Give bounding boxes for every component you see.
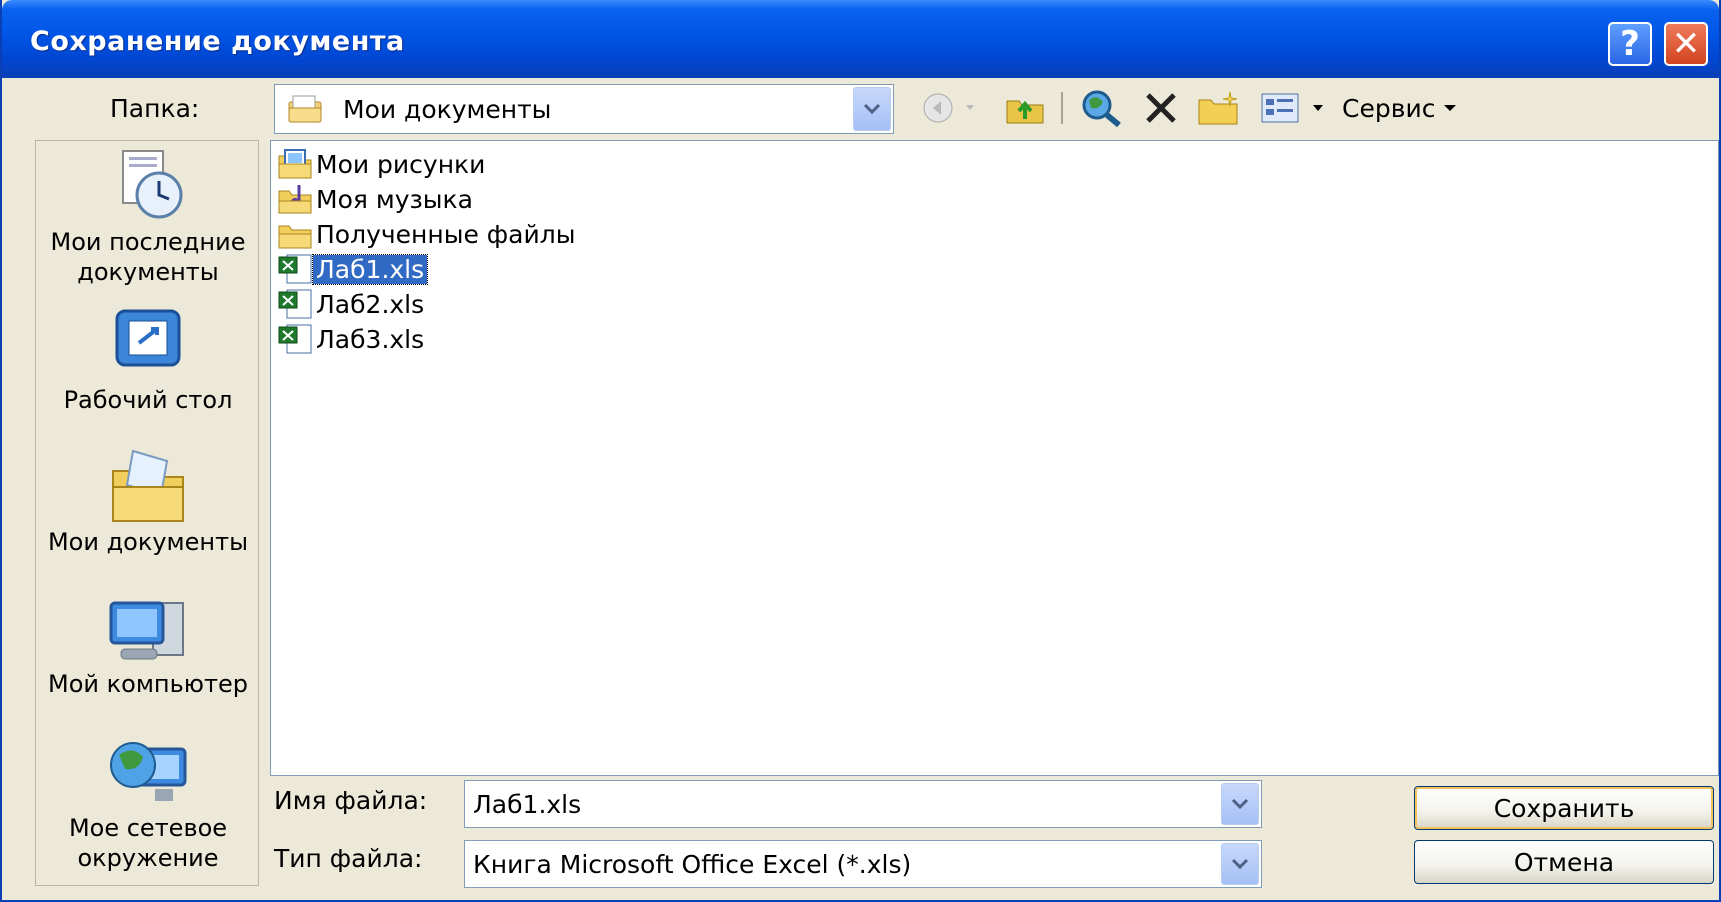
- excel-file-icon: [278, 254, 312, 284]
- file-name: Полученные файлы: [316, 219, 576, 249]
- recent-documents-icon: [122, 150, 183, 219]
- tools-menu-label: Сервис: [1342, 93, 1436, 123]
- place-network-places[interactable]: Мое сетевое окружение: [36, 735, 260, 873]
- close-button[interactable]: ✕: [1664, 22, 1708, 66]
- file-name: Лаб2.xls: [316, 289, 425, 319]
- tools-menu[interactable]: Сервис: [1342, 86, 1472, 130]
- title-bar[interactable]: Сохранение документа ? ✕: [2, 0, 1719, 78]
- place-label: Мой компьютер: [48, 670, 248, 698]
- filetype-value: Книга Microsoft Office Excel (*.xls): [473, 850, 912, 879]
- place-my-computer[interactable]: Мой компьютер: [36, 597, 260, 699]
- chevron-down-icon[interactable]: [1221, 783, 1259, 825]
- my-documents-icon: [112, 449, 184, 522]
- place-recent-documents[interactable]: Мои последние документы: [36, 147, 260, 287]
- music-folder-icon: [278, 185, 312, 214]
- toolbar-separator: [1060, 86, 1064, 130]
- filename-label: Имя файла:: [274, 786, 428, 815]
- folder-label: Папка:: [110, 94, 200, 123]
- folder-value: Мои документы: [343, 95, 552, 124]
- list-item[interactable]: Лаб2.xls: [277, 287, 427, 321]
- new-folder-icon[interactable]: [1194, 86, 1244, 130]
- filename-combo[interactable]: Лаб1.xls: [464, 780, 1262, 828]
- file-list[interactable]: Мои рисунки Моя музыка Полученные файлы …: [270, 140, 1719, 776]
- list-item[interactable]: Мои рисунки: [277, 147, 488, 181]
- save-button[interactable]: Сохранить: [1414, 786, 1714, 830]
- folder-combo[interactable]: Мои документы: [274, 84, 894, 134]
- place-label: Рабочий стол: [63, 386, 233, 414]
- back-icon[interactable]: [918, 86, 958, 130]
- chevron-down-icon[interactable]: [1221, 843, 1259, 885]
- save-dialog: Сохранение документа ? ✕ Папка: Мои доку…: [0, 0, 1721, 902]
- up-folder-icon[interactable]: [1002, 86, 1048, 130]
- file-name: Лаб3.xls: [316, 324, 425, 354]
- place-label: Мои документы: [47, 528, 249, 556]
- desktop-icon: [115, 309, 181, 367]
- list-item-selected[interactable]: Лаб1.xls: [277, 252, 429, 286]
- views-dropdown-icon[interactable]: [1308, 86, 1328, 130]
- chevron-down-icon[interactable]: [853, 87, 891, 131]
- pictures-folder-icon: [278, 149, 312, 179]
- excel-file-icon: [278, 289, 312, 319]
- filetype-label: Тип файла:: [274, 844, 423, 873]
- help-button[interactable]: ?: [1608, 22, 1652, 66]
- network-places-icon: [110, 742, 187, 801]
- list-item[interactable]: Лаб3.xls: [277, 322, 427, 356]
- search-web-icon[interactable]: [1076, 86, 1126, 130]
- back-dropdown-icon[interactable]: [960, 86, 980, 130]
- file-name: Лаб1.xls: [311, 253, 429, 285]
- list-item[interactable]: Полученные файлы: [277, 217, 578, 251]
- file-name: Моя музыка: [316, 184, 473, 214]
- filename-input[interactable]: Лаб1.xls: [473, 790, 581, 819]
- cancel-button[interactable]: Отмена: [1414, 840, 1714, 884]
- place-label: Мое сетевое окружение: [68, 814, 228, 872]
- file-name: Мои рисунки: [316, 149, 486, 179]
- views-icon[interactable]: [1256, 86, 1304, 130]
- place-desktop[interactable]: Рабочий стол: [36, 307, 260, 415]
- places-bar: Мои последние документы Рабочий стол Мои…: [35, 140, 259, 886]
- place-label: Мои последние документы: [50, 228, 246, 286]
- folder-icon: [278, 225, 312, 249]
- chevron-down-icon: [1444, 105, 1457, 111]
- my-computer-icon: [109, 601, 184, 660]
- list-item[interactable]: Моя музыка: [277, 182, 476, 216]
- place-my-documents[interactable]: Мои документы: [36, 443, 260, 557]
- dialog-title: Сохранение документа: [30, 26, 405, 57]
- excel-file-icon: [278, 324, 312, 354]
- delete-icon[interactable]: [1138, 86, 1184, 130]
- filetype-combo[interactable]: Книга Microsoft Office Excel (*.xls): [464, 840, 1262, 888]
- folder-icon: [287, 94, 323, 128]
